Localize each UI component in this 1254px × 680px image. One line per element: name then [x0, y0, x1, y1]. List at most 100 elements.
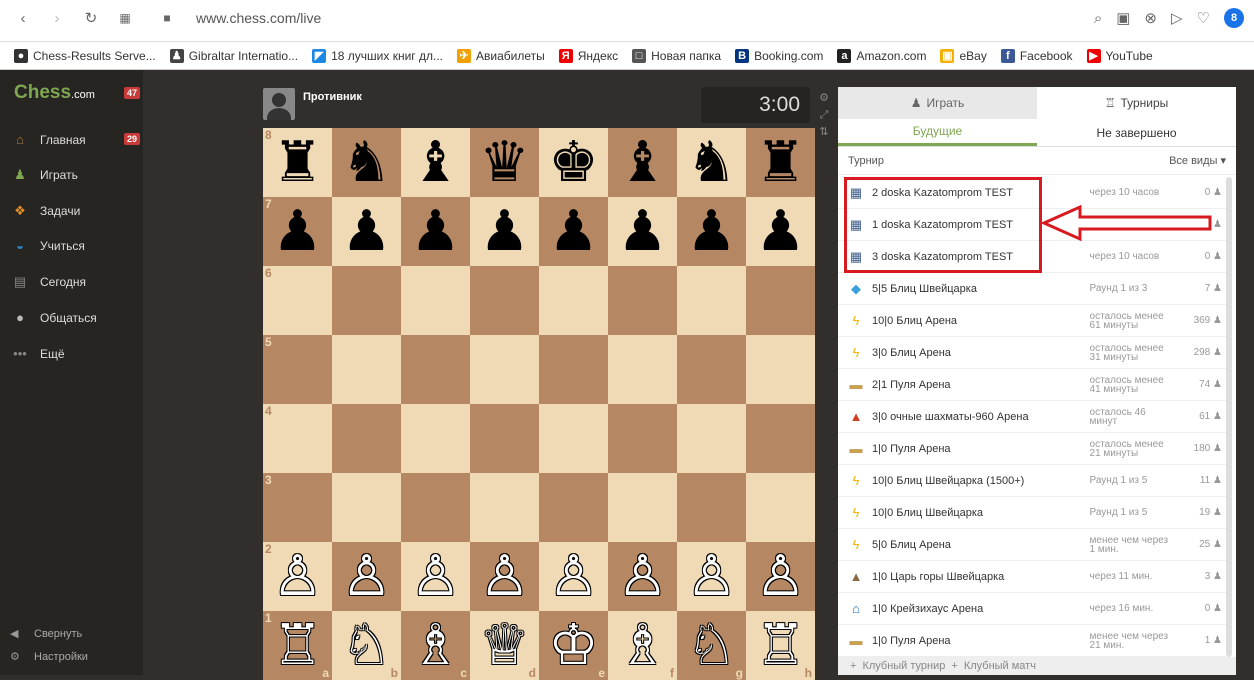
board-square[interactable]: ♙ [746, 542, 815, 611]
chess-piece[interactable]: ♟ [686, 203, 736, 260]
bookmark-item[interactable]: ✈ Авиабилеты [457, 48, 545, 63]
board-square[interactable]: ♞ [677, 128, 746, 197]
board-square[interactable] [677, 335, 746, 404]
camera-icon[interactable]: ▣ [1116, 9, 1130, 27]
board-square[interactable] [539, 404, 608, 473]
filter-dropdown[interactable]: Все виды ▾ [1169, 154, 1226, 167]
board-square[interactable]: ♙ [470, 542, 539, 611]
chess-piece[interactable]: ♚ [548, 134, 598, 191]
board-square[interactable]: 4 [263, 404, 332, 473]
tournament-name[interactable]: 10|0 Блиц Арена [872, 315, 1090, 327]
board-square[interactable] [470, 404, 539, 473]
flip-board-icon[interactable]: ⇅ [818, 124, 830, 141]
bookmark-item[interactable]: Я Яндекс [558, 48, 618, 63]
board-square[interactable]: 2 ♙ [263, 542, 332, 611]
sidebar-item[interactable]: ❖ Задачи [10, 201, 80, 221]
bookmark-item[interactable]: B Booking.com [735, 48, 823, 63]
apps-icon[interactable]: ▦ [114, 11, 136, 25]
chess-piece[interactable]: ♖ [755, 617, 805, 674]
collapse-button[interactable]: ◀ Свернуть [10, 627, 82, 641]
chess-piece[interactable]: ♟ [341, 203, 391, 260]
board-square[interactable] [746, 404, 815, 473]
chess-piece[interactable]: ♜ [272, 134, 322, 191]
board-square[interactable]: 7 ♟ [263, 197, 332, 266]
sidebar-item[interactable]: ⌂ Главная [10, 130, 86, 150]
sidebar-item[interactable]: ● Общаться [10, 308, 97, 328]
table-row[interactable]: ▲ 3|0 очные шахматы-960 Арена осталось 46 … [838, 401, 1226, 433]
chess-piece[interactable]: ♙ [548, 548, 598, 605]
board-square[interactable] [401, 404, 470, 473]
tournament-name[interactable]: 5|0 Блиц Арена [872, 539, 1090, 551]
chess-piece[interactable]: ♙ [479, 548, 529, 605]
tab-unfinished[interactable]: Не завершено [1037, 119, 1236, 146]
board-square[interactable]: f ♗ [608, 611, 677, 680]
chess-logo[interactable]: Chess.com [14, 82, 95, 104]
board-square[interactable] [677, 404, 746, 473]
bookmark-item[interactable]: a Amazon.com [837, 48, 926, 63]
chess-piece[interactable]: ♟ [755, 203, 805, 260]
tournament-name[interactable]: 5|5 Блиц Швейцарка [872, 283, 1090, 295]
bookmark-item[interactable]: f Facebook [1000, 48, 1073, 63]
board-square[interactable] [677, 473, 746, 542]
table-row[interactable]: ▬ 2|1 Пуля Арена осталось менее 41 минуты 7… [838, 369, 1226, 401]
board-square[interactable]: ♙ [401, 542, 470, 611]
tournament-name[interactable]: 10|0 Блиц Швейцарка [872, 507, 1090, 519]
chess-piece[interactable]: ♙ [755, 548, 805, 605]
chess-piece[interactable]: ♟ [272, 203, 322, 260]
chess-piece[interactable]: ♖ [272, 617, 322, 674]
chess-board[interactable]: 8 ♜ ♞ ♝ ♛ ♚ ♝ ♞ ♜ 7 ♟ ♟ ♟ ♟ ♟ ♟ ♟ ♟ 6 5 4 3 2 ♙ ♙ ♙ ♙ ♙ ♙ ♙ ♙ 1 a ♖ b ♘ c ♗ d ♕… [263, 128, 815, 680]
board-square[interactable] [746, 335, 815, 404]
bookmark-item[interactable]: ◤ 18 лучших книг дл... [312, 48, 443, 63]
board-square[interactable]: ♟ [746, 197, 815, 266]
sidebar-item[interactable]: ••• Ещё [10, 344, 64, 364]
board-square[interactable]: ♙ [608, 542, 677, 611]
club-tournament-link[interactable]: Клубный турнир [862, 660, 945, 672]
tournament-name[interactable]: 1|0 Царь горы Швейцарка [872, 571, 1090, 583]
club-match-link[interactable]: Клубный матч [964, 660, 1036, 672]
chess-piece[interactable]: ♟ [617, 203, 667, 260]
chess-piece[interactable]: ♟ [410, 203, 460, 260]
table-row[interactable]: ϟ 3|0 Блиц Арена осталось менее 31 минуты 2… [838, 337, 1226, 369]
chess-piece[interactable]: ♝ [410, 134, 460, 191]
chess-piece[interactable]: ♞ [341, 134, 391, 191]
search-icon[interactable]: ⌕ [1094, 10, 1102, 27]
sidebar-item[interactable]: ◒ Учиться [10, 236, 85, 256]
chess-piece[interactable]: ♟ [479, 203, 529, 260]
board-square[interactable]: h ♖ [746, 611, 815, 680]
board-square[interactable] [677, 266, 746, 335]
board-square[interactable] [539, 473, 608, 542]
sidebar-item[interactable]: ▤ Сегодня [10, 272, 86, 292]
table-row[interactable]: ▲ 1|0 Царь горы Швейцарка через 11 мин. 3 ♟ [838, 561, 1226, 593]
chess-piece[interactable]: ♗ [617, 617, 667, 674]
board-square[interactable]: ♙ [677, 542, 746, 611]
board-square[interactable]: 3 [263, 473, 332, 542]
board-square[interactable]: g ♘ [677, 611, 746, 680]
heart-icon[interactable]: ♡ [1197, 9, 1210, 27]
board-square[interactable]: 5 [263, 335, 332, 404]
chess-piece[interactable]: ♙ [617, 548, 667, 605]
board-square[interactable]: ♜ [746, 128, 815, 197]
board-square[interactable]: ♟ [608, 197, 677, 266]
board-square[interactable] [332, 473, 401, 542]
board-square[interactable] [401, 473, 470, 542]
reload-icon[interactable]: ↻ [80, 9, 102, 27]
chess-piece[interactable]: ♘ [686, 617, 736, 674]
sidebar-item[interactable]: ♟ Играть [10, 165, 78, 185]
chess-piece[interactable]: ♛ [479, 134, 529, 191]
tournament-name[interactable]: 10|0 Блиц Швейцарка (1500+) [872, 475, 1090, 487]
board-square[interactable] [608, 335, 677, 404]
expand-icon[interactable]: ⤢ [818, 107, 830, 124]
board-square[interactable]: ♚ [539, 128, 608, 197]
board-square[interactable]: ♙ [539, 542, 608, 611]
profile-avatar[interactable]: 8 [1224, 8, 1244, 28]
board-square[interactable]: 6 [263, 266, 332, 335]
board-square[interactable] [401, 266, 470, 335]
board-square[interactable] [332, 335, 401, 404]
chess-piece[interactable]: ♙ [341, 548, 391, 605]
chess-piece[interactable]: ♙ [686, 548, 736, 605]
chess-piece[interactable]: ♟ [548, 203, 598, 260]
table-row[interactable]: ⌂ 1|0 Крейзихаус Арена через 16 мин. 0 ♟ [838, 593, 1226, 625]
board-square[interactable]: ♟ [677, 197, 746, 266]
bookmark-item[interactable]: ▶ YouTube [1086, 48, 1153, 63]
board-square[interactable]: ♟ [401, 197, 470, 266]
